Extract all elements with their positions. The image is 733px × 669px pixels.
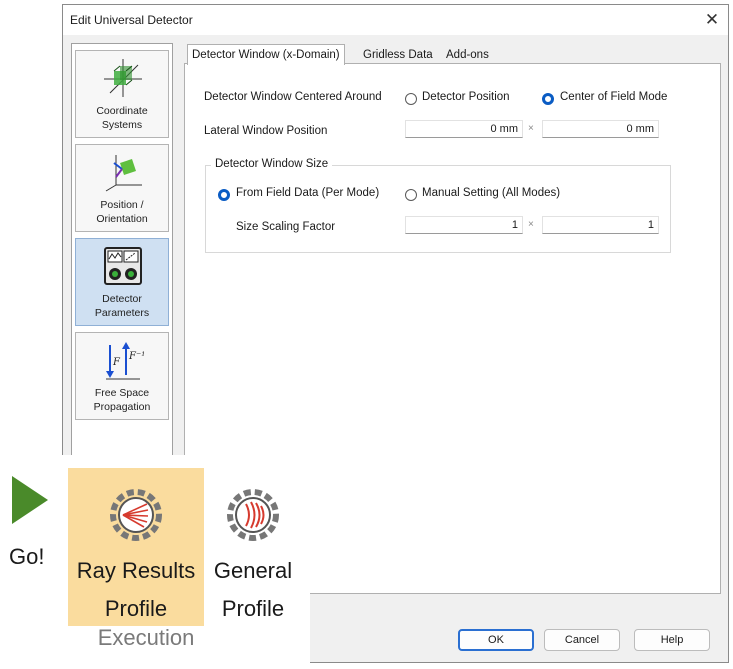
radio-from-field-data[interactable] <box>218 189 230 201</box>
dialog-title: Edit Universal Detector <box>70 13 193 27</box>
radio-detector-position[interactable] <box>405 93 417 105</box>
sidebar-item-position-orientation[interactable]: Position / Orientation <box>75 144 169 232</box>
general-label-line1: General <box>213 558 293 583</box>
ray-results-label-line2: Profile <box>104 596 168 621</box>
radio-manual-setting-label[interactable]: Manual Setting (All Modes) <box>422 187 560 199</box>
group-title: Detector Window Size <box>211 158 333 170</box>
detector-window-size-group <box>205 165 671 253</box>
sidebar-item-label: Free Space <box>94 387 150 399</box>
sidebar-item-detector-parameters[interactable]: Detector Parameters <box>75 238 169 326</box>
times-sign: × <box>528 123 534 134</box>
times-sign: × <box>528 219 534 230</box>
general-profile-label: General Profile <box>206 552 300 628</box>
position-orientation-icon <box>105 155 142 192</box>
ray-results-label: Ray Results Profile <box>68 552 204 628</box>
sidebar-item-label: Detector <box>102 293 142 305</box>
ray-results-profile-icon <box>110 489 162 541</box>
tab-add-ons[interactable]: Add-ons <box>442 47 493 64</box>
title-bar: Edit Universal Detector ✕ <box>63 5 728 35</box>
centered-around-label: Detector Window Centered Around <box>204 91 382 103</box>
sidebar-item-label: Systems <box>101 119 143 131</box>
go-button-label[interactable]: Go! <box>9 544 44 570</box>
scaling-x-input[interactable]: 1 <box>405 216 523 234</box>
coordinate-systems-icon <box>104 59 142 97</box>
radio-from-field-data-label[interactable]: From Field Data (Per Mode) <box>236 187 379 199</box>
radio-center-field-mode[interactable] <box>542 93 554 105</box>
radio-detector-position-label[interactable]: Detector Position <box>422 91 510 103</box>
cancel-button[interactable]: Cancel <box>544 629 620 651</box>
ray-results-profile-button[interactable]: Ray Results Profile <box>68 468 204 626</box>
sidebar-item-label: Coordinate <box>96 105 148 117</box>
scaling-y-input[interactable]: 1 <box>542 216 659 234</box>
sidebar-item-free-space-propagation[interactable]: F F⁻¹ Free Space Propagation <box>75 332 169 420</box>
help-button[interactable]: Help <box>634 629 710 651</box>
sidebar-item-label: Parameters <box>94 307 150 319</box>
sidebar-item-label: Propagation <box>93 401 151 413</box>
lateral-position-label: Lateral Window Position <box>204 125 328 137</box>
free-space-propagation-icon: F F⁻¹ <box>106 342 144 380</box>
sidebar-item-label: Orientation <box>96 213 148 225</box>
svg-text:F⁻¹: F⁻¹ <box>128 351 144 362</box>
general-profile-icon <box>227 489 279 541</box>
tab-detector-window[interactable]: Detector Window (x-Domain) <box>187 44 345 65</box>
general-label-line2: Profile <box>221 596 285 621</box>
ok-button[interactable]: OK <box>458 629 534 651</box>
sidebar-item-coordinate-systems[interactable]: Coordinate Systems <box>75 50 169 138</box>
radio-center-field-mode-label[interactable]: Center of Field Mode <box>560 91 667 103</box>
scaling-factor-label: Size Scaling Factor <box>236 221 336 233</box>
lateral-y-input[interactable]: 0 mm <box>542 120 659 138</box>
execution-ribbon-overlay: Go! Ray Results Profile General Profile <box>0 455 310 669</box>
svg-text:F: F <box>112 357 121 368</box>
execution-group-label: Execution <box>97 625 195 650</box>
tab-gridless-data[interactable]: Gridless Data <box>359 47 437 64</box>
general-profile-button[interactable]: General Profile <box>206 468 300 626</box>
ray-results-label-line1: Ray Results <box>76 558 196 583</box>
close-button[interactable]: ✕ <box>698 7 726 33</box>
radio-manual-setting[interactable] <box>405 189 417 201</box>
lateral-x-input[interactable]: 0 mm <box>405 120 523 138</box>
detector-parameters-icon <box>104 247 142 285</box>
sidebar-item-label: Position / <box>100 199 144 211</box>
go-play-icon[interactable] <box>12 476 48 524</box>
